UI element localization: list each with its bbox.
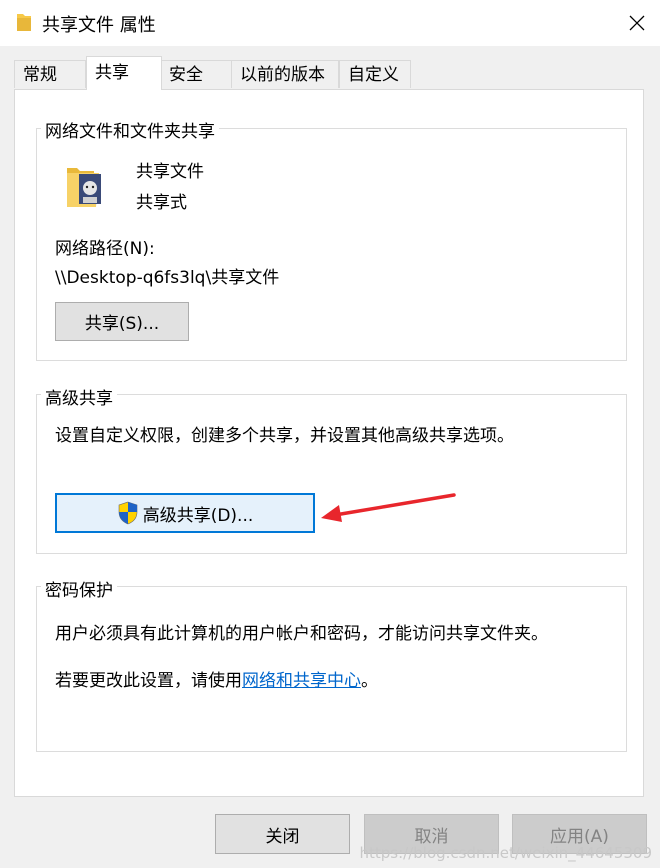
uac-shield-icon: [118, 501, 138, 525]
advanced-sharing-description: 设置自定义权限，创建多个共享，并设置其他高级共享选项。: [55, 426, 514, 446]
shared-folder-icon: [67, 168, 101, 207]
close-icon: [629, 15, 645, 31]
tab-label: 常规: [23, 65, 57, 85]
network-path-value: \\Desktop-q6fs3lq\共享文件: [55, 268, 280, 288]
network-path-label: 网络路径(N):: [55, 239, 155, 259]
cancel-button-label: 取消: [414, 826, 449, 847]
tab-content-panel: 网络文件和文件夹共享 共享文件 共享式 网络路径(N): \\Desktop-q…: [14, 89, 644, 797]
network-sharing-center-link[interactable]: 网络和共享中心: [242, 671, 361, 691]
advanced-sharing-button-label: 高级共享(D)...: [142, 505, 254, 526]
share-button-label: 共享(S)...: [84, 314, 160, 334]
tab-general[interactable]: 常规: [14, 60, 86, 88]
watermark: https://blog.csdn.net/weixin_44645309: [359, 844, 652, 862]
network-sharing-title: 网络文件和文件夹共享: [41, 117, 219, 142]
change-setting-suffix: 。: [361, 671, 378, 691]
tab-sharing[interactable]: 共享: [86, 56, 162, 90]
annotation-arrow-icon: [321, 493, 456, 522]
tab-label: 共享: [95, 63, 129, 83]
tab-label: 安全: [169, 65, 203, 85]
advanced-sharing-title: 高级共享: [41, 384, 117, 409]
share-button[interactable]: 共享(S)...: [55, 302, 189, 341]
tab-label: 以前的版本: [240, 65, 325, 85]
close-window-button[interactable]: [614, 0, 660, 46]
change-setting-prefix: 若要更改此设置，请使用: [55, 671, 242, 691]
folder-icon: [17, 14, 31, 31]
password-protection-description: 用户必须具有此计算机的用户帐户和密码，才能访问共享文件夹。: [55, 624, 548, 644]
tab-customize[interactable]: 自定义: [339, 60, 411, 88]
close-button[interactable]: 关闭: [215, 814, 350, 854]
apply-button-label: 应用(A): [550, 826, 609, 847]
advanced-sharing-button[interactable]: 高级共享(D)...: [55, 493, 315, 533]
title-bar: 共享文件 属性: [0, 0, 660, 46]
tab-previous-versions[interactable]: 以前的版本: [231, 60, 339, 88]
share-status: 共享式: [136, 193, 187, 213]
password-protection-title: 密码保护: [41, 576, 117, 601]
change-setting-text: 若要更改此设置，请使用网络和共享中心。: [55, 666, 378, 691]
tab-security[interactable]: 安全: [160, 60, 232, 88]
window-title: 共享文件 属性: [42, 15, 156, 36]
folder-name: 共享文件: [136, 162, 204, 182]
tab-label: 自定义: [348, 65, 399, 85]
close-button-label: 关闭: [265, 826, 300, 847]
